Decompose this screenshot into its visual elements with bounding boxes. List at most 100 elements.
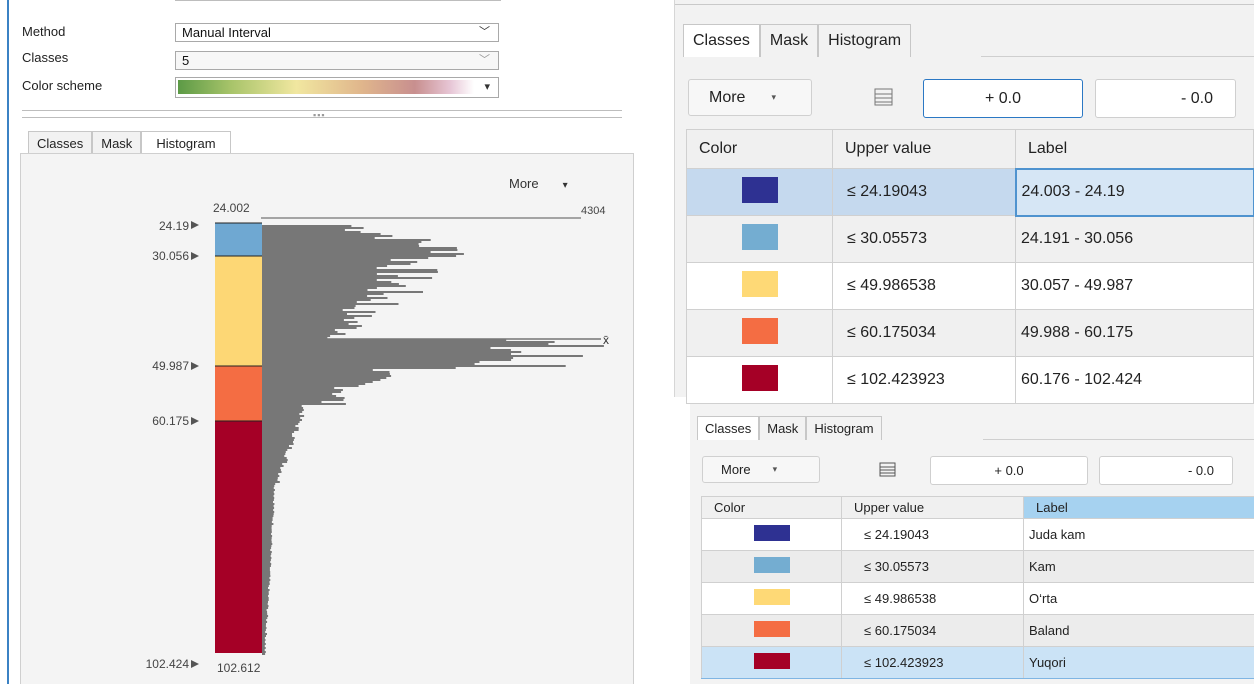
class-row[interactable]: ≤ 102.423923 60.176 - 102.424 (686, 356, 1254, 404)
color-cell[interactable] (686, 309, 833, 357)
histogram-bar (262, 511, 275, 513)
column-header-upper-value[interactable]: Upper value (841, 496, 1024, 519)
histogram-bar (262, 497, 275, 499)
column-header-label[interactable]: Label (1023, 496, 1254, 519)
column-header-color[interactable]: Color (686, 129, 833, 169)
increase-value-field[interactable]: + 0.0 (930, 456, 1088, 485)
upper-value-cell[interactable]: ≤ 49.986538 (841, 582, 1024, 615)
color-cell[interactable] (686, 262, 833, 310)
color-swatch[interactable] (753, 557, 790, 573)
decrease-value-field[interactable]: - 0.0 (1095, 79, 1236, 118)
upper-value-cell[interactable]: ≤ 102.423923 (841, 646, 1024, 679)
tab-classes[interactable]: Classes (28, 131, 93, 154)
splitter-grip-icon[interactable]: ▪▪▪ (313, 110, 326, 120)
color-swatch[interactable] (753, 621, 790, 637)
more-menu-button[interactable]: More ▾ (702, 456, 820, 483)
color-cell[interactable] (686, 356, 833, 404)
color-swatch[interactable] (741, 364, 778, 391)
color-swatch[interactable] (741, 270, 778, 297)
upper-value-cell[interactable]: ≤ 30.05573 (832, 215, 1016, 263)
histogram-bar (262, 615, 269, 617)
label-cell[interactable]: Yuqori (1023, 646, 1254, 679)
table-view-icon[interactable] (874, 87, 894, 107)
class-row[interactable]: ≤ 30.05573 24.191 - 30.056 (686, 215, 1254, 263)
color-cell[interactable] (701, 582, 842, 615)
color-swatch[interactable] (741, 317, 778, 344)
color-swatch[interactable] (741, 176, 778, 203)
break-handle-3[interactable]: 49.987 (152, 359, 199, 373)
column-header-upper-value[interactable]: Upper value (832, 129, 1016, 169)
label-cell[interactable]: Baland (1023, 614, 1254, 647)
histogram-bar (262, 579, 271, 581)
label-cell[interactable]: 24.191 - 30.056 (1015, 215, 1254, 263)
break-handle-1[interactable]: 24.19 (159, 219, 199, 233)
histogram-bar (262, 605, 269, 607)
upper-value-cell[interactable]: ≤ 102.423923 (832, 356, 1016, 404)
upper-value-cell[interactable]: ≤ 60.175034 (832, 309, 1016, 357)
tab-mask[interactable]: Mask (92, 131, 142, 154)
color-cell[interactable] (701, 518, 842, 551)
color-cell[interactable] (701, 646, 842, 679)
color-cell[interactable] (701, 550, 842, 583)
tab-mask[interactable]: Mask (759, 24, 819, 57)
color-swatch[interactable] (741, 223, 778, 250)
upper-value-cell[interactable]: ≤ 30.05573 (841, 550, 1024, 583)
histogram-bar (262, 419, 302, 421)
color-swatch[interactable] (753, 589, 790, 605)
histogram-bar (262, 281, 392, 283)
column-header-label[interactable]: Label (1015, 129, 1254, 169)
upper-value-cell[interactable]: ≤ 24.19043 (841, 518, 1024, 551)
class-row[interactable]: ≤ 60.175034 49.988 - 60.175 (686, 309, 1254, 357)
label-cell[interactable]: Kam (1023, 550, 1254, 583)
histogram-bar (262, 627, 267, 629)
histogram-bar (262, 307, 355, 309)
triangle-handle-icon (191, 221, 199, 229)
label-cell[interactable]: Juda kam (1023, 518, 1254, 551)
table-view-icon[interactable] (879, 461, 897, 479)
tab-classes[interactable]: Classes (683, 24, 760, 57)
break-label: 24.19 (159, 219, 189, 233)
class-row[interactable]: ≤ 60.175034 Baland (701, 614, 1254, 647)
histogram-bar (262, 367, 456, 369)
triangle-handle-icon (191, 417, 199, 425)
decrease-value-field[interactable]: - 0.0 (1099, 456, 1233, 485)
color-swatch[interactable] (753, 653, 790, 669)
tab-histogram[interactable]: Histogram (818, 24, 912, 57)
upper-value-cell[interactable]: ≤ 24.19043 (832, 168, 1016, 216)
label-cell[interactable]: 30.057 - 49.987 (1015, 262, 1254, 310)
label-cell[interactable]: 24.003 - 24.19 (1014, 167, 1254, 217)
label-cell[interactable]: 60.176 - 102.424 (1015, 356, 1254, 404)
class-row[interactable]: ≤ 30.05573 Kam (701, 550, 1254, 583)
increase-value-field[interactable]: + 0.0 (923, 79, 1083, 118)
tab-histogram[interactable]: Histogram (141, 131, 231, 154)
class-bar-2 (215, 256, 262, 366)
histogram-bar (262, 479, 278, 481)
class-row[interactable]: ≤ 49.986538 30.057 - 49.987 (686, 262, 1254, 310)
tab-classes[interactable]: Classes (697, 416, 760, 440)
break-handle-5[interactable]: 102.424 (146, 657, 199, 671)
tab-mask[interactable]: Mask (759, 416, 807, 440)
label-cell[interactable]: 49.988 - 60.175 (1015, 309, 1254, 357)
tab-histogram[interactable]: Histogram (806, 416, 882, 440)
color-cell[interactable] (701, 614, 842, 647)
histogram-bar (262, 407, 304, 409)
break-handle-4[interactable]: 60.175 (152, 414, 199, 428)
more-menu-button[interactable]: More ▾ (688, 79, 812, 116)
class-row[interactable]: ≤ 102.423923 Yuqori (701, 646, 1254, 679)
histogram-bar (262, 537, 272, 539)
method-dropdown[interactable]: Manual Interval ﹀ (175, 23, 499, 42)
label-cell[interactable]: O‘rta (1023, 582, 1254, 615)
histogram-bar (262, 483, 276, 485)
class-row[interactable]: ≤ 24.19043 Juda kam (701, 518, 1254, 551)
upper-value-cell[interactable]: ≤ 60.175034 (841, 614, 1024, 647)
color-cell[interactable] (686, 168, 833, 216)
color-swatch[interactable] (753, 525, 790, 541)
class-row[interactable]: ≤ 49.986538 O‘rta (701, 582, 1254, 615)
break-handle-2[interactable]: 30.056 (152, 249, 199, 263)
class-row[interactable]: ≤ 24.19043 24.003 - 24.19 (686, 167, 1254, 217)
column-header-color[interactable]: Color (701, 496, 842, 519)
histogram-bar (262, 619, 267, 621)
upper-value-cell[interactable]: ≤ 49.986538 (832, 262, 1016, 310)
color-cell[interactable] (686, 215, 833, 263)
classes-dropdown[interactable]: 5 ﹀ (175, 51, 499, 70)
